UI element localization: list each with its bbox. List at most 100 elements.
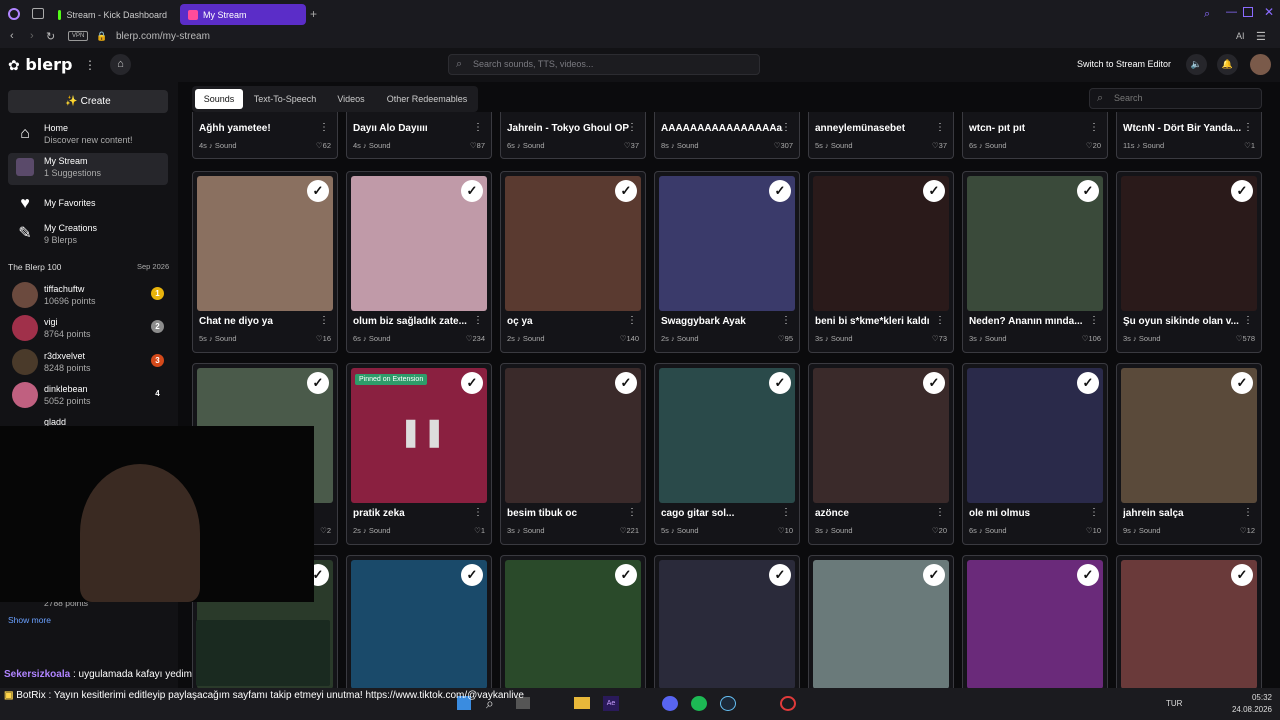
home-icon[interactable]: ⌂ <box>110 54 131 75</box>
volume-icon[interactable]: 🔈 <box>1186 54 1207 75</box>
checkmark-icon[interactable]: ✓ <box>1231 372 1253 394</box>
sound-card[interactable]: ✓ Chat ne diyo ya ⋮ 5s ♪ Sound ♡16 <box>192 171 338 353</box>
ranking-row[interactable]: tiffachuftw 10696 points 1 <box>8 280 168 310</box>
clock-time[interactable]: 05:32 <box>1226 693 1272 702</box>
more-vertical-icon[interactable]: ⋮ <box>473 315 483 326</box>
sound-card[interactable]: Ağhh yametee! ⋮ 4s ♪ Sound ♡62 <box>192 112 338 159</box>
sound-card[interactable]: ✓ azönce ⋮ 3s ♪ Sound ♡20 <box>808 363 954 545</box>
more-vertical-icon[interactable]: ⋮ <box>935 507 945 518</box>
steam-icon[interactable] <box>720 696 736 711</box>
checkmark-icon[interactable]: ✓ <box>769 564 791 586</box>
checkmark-icon[interactable]: ✓ <box>923 372 945 394</box>
more-vertical-icon[interactable]: ⋮ <box>781 507 791 518</box>
like-count[interactable]: ♡20 <box>932 526 947 535</box>
after-effects-icon[interactable]: Ae <box>603 696 619 711</box>
like-count[interactable]: ♡62 <box>316 141 331 150</box>
like-count[interactable]: ♡307 <box>774 141 793 150</box>
sound-card[interactable]: ✓ Şu oyun sikinde olan v... ⋮ 3s ♪ Sound ♡57… <box>1116 171 1262 353</box>
checkmark-icon[interactable]: ✓ <box>461 564 483 586</box>
logo[interactable]: ✿ blerp <box>8 55 72 74</box>
search-tabs-icon[interactable]: ⌕ <box>1204 8 1210 21</box>
like-count[interactable]: ♡16 <box>316 334 331 343</box>
more-vertical-icon[interactable]: ⋮ <box>627 122 637 133</box>
more-vertical-icon[interactable]: ⋮ <box>473 507 483 518</box>
checkmark-icon[interactable]: ✓ <box>769 180 791 202</box>
like-count[interactable]: ♡234 <box>466 334 485 343</box>
checkmark-icon[interactable]: ✓ <box>1077 564 1099 586</box>
sound-card[interactable]: ✓ beni bi s*kme*kleri kaldı ⋮ 3s ♪ Sound ♡73 <box>808 171 954 353</box>
like-count[interactable]: ♡10 <box>1086 526 1101 535</box>
discord-icon[interactable] <box>662 696 678 711</box>
avatar[interactable] <box>1250 54 1271 75</box>
checkmark-icon[interactable]: ✓ <box>769 372 791 394</box>
more-vertical-icon[interactable]: ⋮ <box>935 315 945 326</box>
checkmark-icon[interactable]: ✓ <box>1231 180 1253 202</box>
more-vertical-icon[interactable]: ⋮ <box>1089 507 1099 518</box>
sound-card[interactable]: ✓ <box>962 555 1108 688</box>
more-vertical-icon[interactable]: ⋮ <box>319 315 329 326</box>
checkmark-icon[interactable]: ✓ <box>461 180 483 202</box>
like-count[interactable]: ♡73 <box>932 334 947 343</box>
ai-button[interactable]: AI <box>1236 31 1245 41</box>
more-vertical-icon[interactable]: ⋮ <box>781 122 791 133</box>
like-count[interactable]: ♡95 <box>778 334 793 343</box>
url-field[interactable]: blerp.com/my-stream <box>116 31 210 42</box>
sidebar-item-my-stream[interactable]: My Stream 1 Suggestions <box>8 153 168 185</box>
more-vertical-icon[interactable]: ⋮ <box>84 58 96 72</box>
like-count[interactable]: ♡20 <box>1086 141 1101 150</box>
checkmark-icon[interactable]: ✓ <box>923 180 945 202</box>
checkmark-icon[interactable]: ✓ <box>1231 564 1253 586</box>
opera-icon[interactable] <box>780 696 796 711</box>
sound-card[interactable]: ✓ <box>654 555 800 688</box>
like-count[interactable]: ♡1 <box>1244 141 1255 150</box>
sound-card[interactable]: ✓ oç ya ⋮ 2s ♪ Sound ♡140 <box>500 171 646 353</box>
sound-card[interactable]: ✓ cago gitar sol... ⋮ 5s ♪ Sound ♡10 <box>654 363 800 545</box>
forward-icon[interactable]: › <box>30 30 34 42</box>
new-tab-button[interactable]: + <box>310 7 317 21</box>
search-input[interactable]: ⌕ Search sounds, TTS, videos... <box>448 54 760 75</box>
sidebar-item-home[interactable]: ⌂ Home Discover new content! <box>8 120 168 152</box>
tab-my-stream[interactable]: My Stream <box>180 4 306 25</box>
more-vertical-icon[interactable]: ⋮ <box>1243 315 1253 326</box>
tab-text-to-speech[interactable]: Text-To-Speech <box>248 89 322 109</box>
like-count[interactable]: ♡578 <box>1236 334 1255 343</box>
tab-videos[interactable]: Videos <box>328 89 374 109</box>
more-vertical-icon[interactable]: ⋮ <box>1243 122 1253 133</box>
more-vertical-icon[interactable]: ⋮ <box>1089 122 1099 133</box>
like-count[interactable]: ♡12 <box>1240 526 1255 535</box>
like-count[interactable]: ♡10 <box>778 526 793 535</box>
checkmark-icon[interactable]: ✓ <box>615 564 637 586</box>
more-vertical-icon[interactable]: ⋮ <box>781 315 791 326</box>
close-icon[interactable]: ✕ <box>1264 5 1274 19</box>
sound-card[interactable]: ✓ jahrein salça ⋮ 9s ♪ Sound ♡12 <box>1116 363 1262 545</box>
clock-date[interactable]: 24.08.2026 <box>1226 705 1272 714</box>
tab-kick-dashboard[interactable]: Stream - Kick Dashboard <box>50 4 175 25</box>
checkmark-icon[interactable]: ✓ <box>307 180 329 202</box>
more-vertical-icon[interactable]: ⋮ <box>1243 507 1253 518</box>
more-vertical-icon[interactable]: ⋮ <box>935 122 945 133</box>
checkmark-icon[interactable]: ✓ <box>1077 372 1099 394</box>
like-count[interactable]: ♡140 <box>620 334 639 343</box>
like-count[interactable]: ♡87 <box>470 141 485 150</box>
pause-icon[interactable]: ❚❚ <box>399 412 446 452</box>
minimize-icon[interactable]: — <box>1226 6 1237 18</box>
sound-card[interactable]: ✓ Swaggybark Ayak ⋮ 2s ♪ Sound ♡95 <box>654 171 800 353</box>
sound-card[interactable]: Dayıı Alo Dayıııı ⋮ 4s ♪ Sound ♡87 <box>346 112 492 159</box>
checkmark-icon[interactable]: ✓ <box>461 372 483 394</box>
tab-other-redeemables[interactable]: Other Redeemables <box>380 89 474 109</box>
sound-card[interactable]: ✓ Neden? Ananın mında... ⋮ 3s ♪ Sound ♡106 <box>962 171 1108 353</box>
ranking-row[interactable]: vigi 8764 points 2 <box>8 313 168 343</box>
bell-icon[interactable]: 🔔 <box>1217 54 1238 75</box>
sound-card[interactable]: WtcnN - Dört Bir Yanda... ⋮ 11s ♪ Sound ♡1 <box>1116 112 1262 159</box>
back-icon[interactable]: ‹ <box>10 30 14 42</box>
sound-card[interactable]: ✓ besim tibuk oc ⋮ 3s ♪ Sound ♡221 <box>500 363 646 545</box>
more-vertical-icon[interactable]: ⋮ <box>473 122 483 133</box>
file-explorer-icon[interactable] <box>574 697 590 709</box>
sound-card[interactable]: wtcn- pıt pıt ⋮ 6s ♪ Sound ♡20 <box>962 112 1108 159</box>
reload-icon[interactable]: ↻ <box>46 30 55 43</box>
sound-card[interactable]: ✓ <box>808 555 954 688</box>
checkmark-icon[interactable]: ✓ <box>923 564 945 586</box>
like-count[interactable]: ♡1 <box>474 526 485 535</box>
sidebar-item-my-favorites[interactable]: ♥ My Favorites <box>8 190 168 222</box>
sound-card[interactable]: ✓ Pinned on Extension ❚❚ pratik zeka ⋮ 2s ♪ S… <box>346 363 492 545</box>
